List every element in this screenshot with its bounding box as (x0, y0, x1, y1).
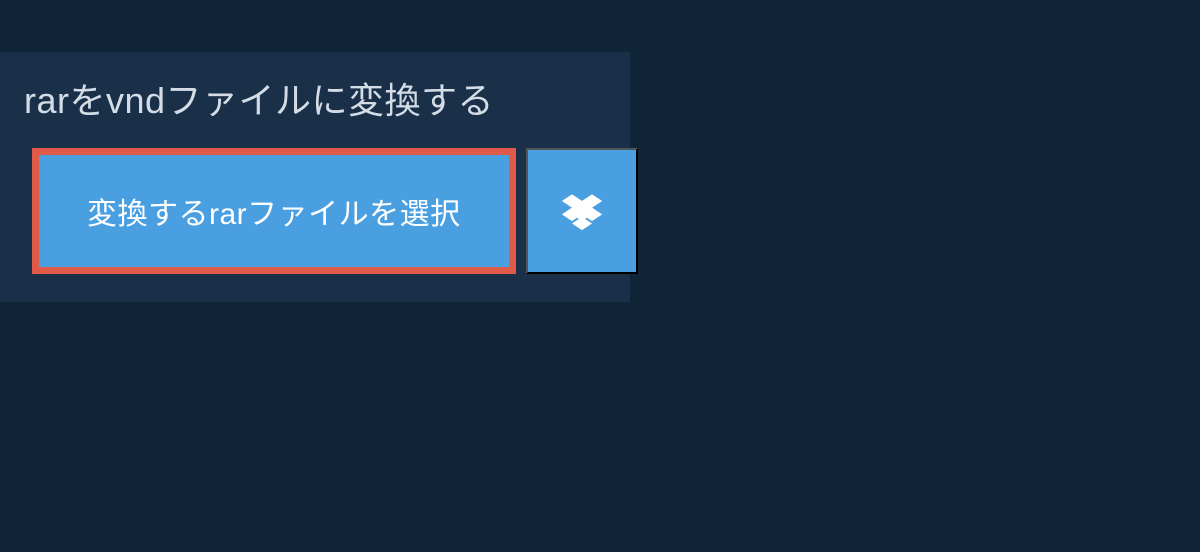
dropbox-icon (562, 191, 602, 231)
select-file-button[interactable]: 変換するrarファイルを選択 (32, 148, 516, 274)
dropbox-button[interactable] (526, 148, 638, 274)
page-title: rarをvndファイルに変換する (24, 72, 606, 124)
converter-panel: rarをvndファイルに変換する 変換するrarファイルを選択 (0, 52, 630, 302)
button-row: 変換するrarファイルを選択 (0, 148, 740, 274)
title-bar: rarをvndファイルに変換する (0, 52, 630, 148)
